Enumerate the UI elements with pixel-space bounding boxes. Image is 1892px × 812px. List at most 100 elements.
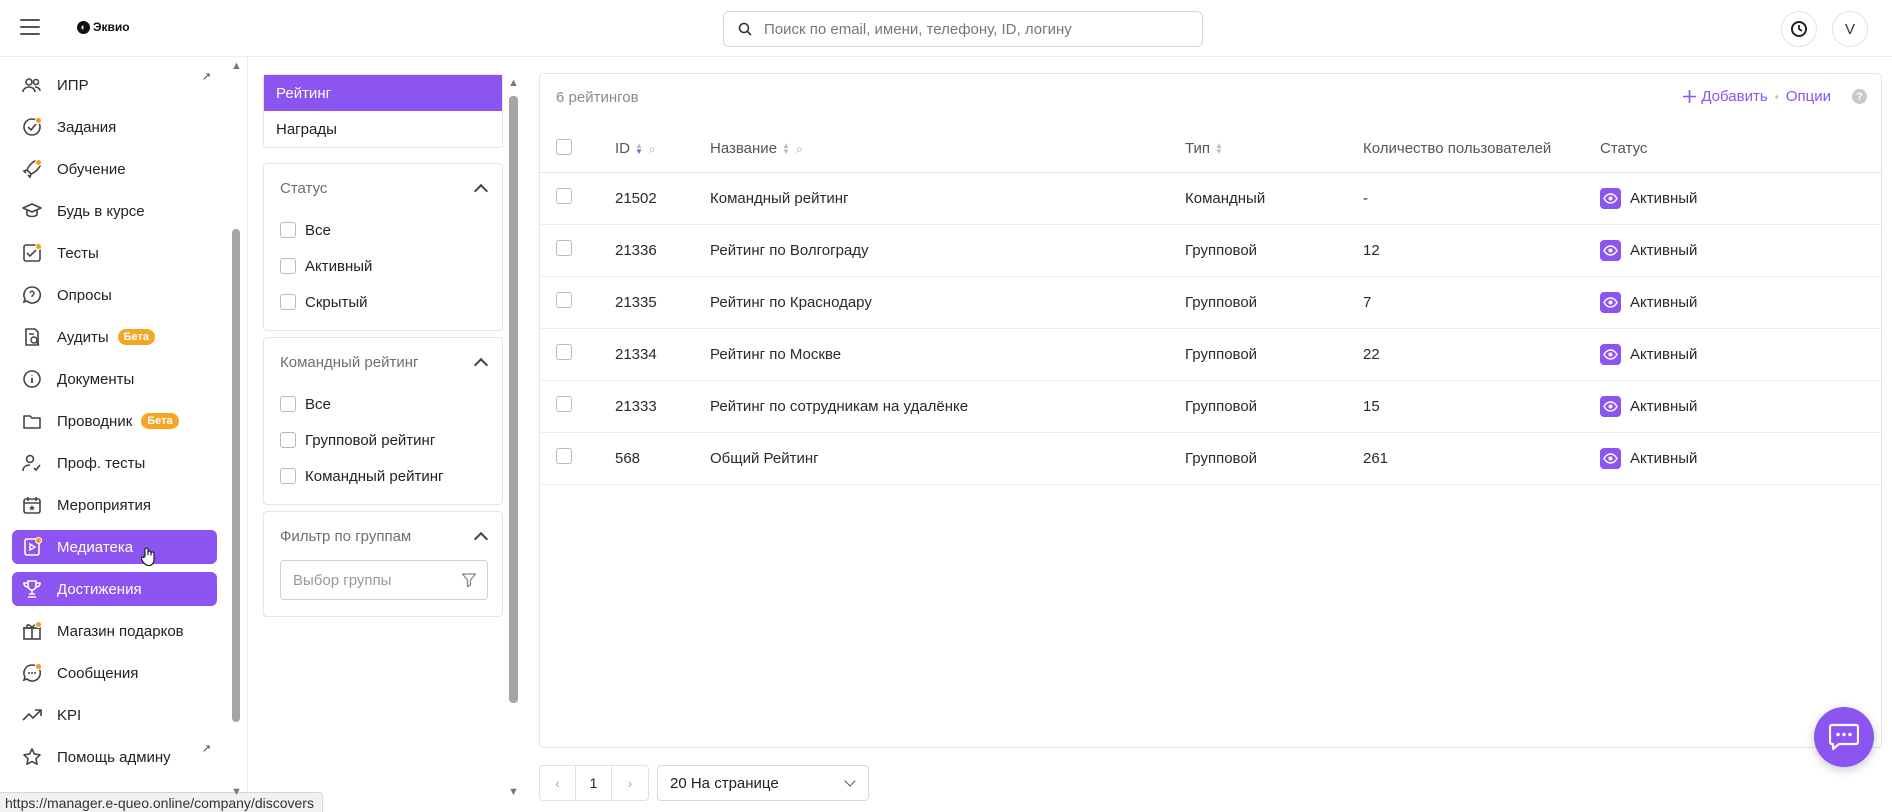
filter-panel-scrollbar[interactable] [509, 96, 518, 703]
sidebar-item[interactable]: Опросы [12, 278, 217, 312]
checkbox[interactable] [280, 294, 296, 310]
eye-icon[interactable] [1600, 291, 1621, 313]
checkbox[interactable] [280, 258, 296, 274]
avatar[interactable]: V [1832, 11, 1868, 47]
sidebar-item[interactable]: ИПР ↗ [12, 68, 217, 102]
sidebar-item[interactable]: Проф. тесты [12, 446, 217, 480]
search-box[interactable] [723, 11, 1203, 47]
table-row[interactable]: 21334 Рейтинг по Москве Групповой 22 Активны… [540, 328, 1881, 381]
select-all-checkbox[interactable] [556, 138, 572, 155]
row-checkbox[interactable] [556, 240, 572, 256]
sort-icon[interactable]: ▲ ▼ [1215, 142, 1223, 156]
sidebar-item-label: Будь в курсе [57, 202, 145, 220]
chevron-up-icon[interactable] [473, 531, 489, 546]
checkbox[interactable] [280, 432, 296, 448]
filter-option[interactable]: Скрытый [280, 284, 486, 320]
sort-icon[interactable]: ▲ ▼ [782, 142, 790, 156]
sidebar-item[interactable]: Документы [12, 362, 217, 396]
filter-option[interactable]: Командный рейтинг [280, 458, 486, 494]
next-page-button[interactable]: › [612, 766, 648, 800]
row-checkbox[interactable] [556, 188, 572, 204]
filter-scroll-up-icon[interactable]: ▲ [508, 77, 519, 89]
eye-icon[interactable] [1600, 447, 1621, 469]
sidebar-item[interactable]: Обучение [12, 152, 217, 186]
status-filter-header[interactable]: Статус [280, 164, 489, 212]
cell-name[interactable]: Общий Рейтинг [710, 432, 1185, 485]
sidebar-item[interactable]: Будь в курсе [12, 194, 217, 228]
logo[interactable]: ◐ Эквио [77, 20, 130, 34]
sidebar-item[interactable]: Тесты [12, 236, 217, 270]
sort-icon[interactable]: ▲ ▼ [635, 142, 643, 156]
filter-option[interactable]: Активный [280, 248, 486, 284]
add-button[interactable]: Добавить [1683, 88, 1768, 105]
column-name[interactable]: Название ▲ ▼ ⌕ [710, 126, 1185, 173]
eye-icon[interactable] [1600, 343, 1621, 365]
chevron-up-icon[interactable] [473, 183, 489, 198]
cell-name[interactable]: Командный рейтинг [710, 172, 1185, 225]
sidebar-item[interactable]: Медиатека [12, 530, 217, 564]
eye-icon[interactable] [1600, 187, 1621, 209]
sidebar-item[interactable]: Помощь админу ↗ [12, 740, 217, 774]
help-icon[interactable]: ? [1852, 89, 1867, 104]
group-select-input[interactable] [293, 571, 453, 589]
options-button[interactable]: Опции [1786, 88, 1831, 105]
sidebar-item[interactable]: Проводник Бета [12, 404, 217, 438]
history-button[interactable] [1781, 11, 1817, 47]
prev-page-button[interactable]: ‹ [540, 766, 576, 800]
scroll-up-arrow-icon[interactable]: ▲ [231, 60, 242, 72]
sidebar-item[interactable]: Мероприятия [12, 488, 217, 522]
cell-name[interactable]: Рейтинг по Краснодару [710, 276, 1185, 329]
chevron-up-icon[interactable] [473, 357, 489, 372]
column-type[interactable]: Тип ▲ ▼ [1185, 126, 1363, 173]
filter-option[interactable]: Групповой рейтинг [280, 422, 486, 458]
filter-option[interactable]: Все [280, 212, 486, 248]
table-row[interactable]: 21336 Рейтинг по Волгограду Групповой 12 Акт… [540, 224, 1881, 277]
sidebar-item[interactable]: KPI [12, 698, 217, 732]
sidebar-scrollbar[interactable] [232, 229, 240, 722]
beta-badge: Бета [141, 413, 179, 429]
search-input[interactable] [764, 20, 1184, 38]
column-header-label: Статус [1600, 140, 1648, 158]
row-checkbox[interactable] [556, 448, 572, 464]
group-filter-header[interactable]: Фильтр по группам [280, 512, 489, 560]
tab-rating[interactable]: Рейтинг [264, 75, 502, 111]
sidebar-item[interactable]: Сообщения [12, 656, 217, 690]
per-page-select[interactable]: 20 На странице [657, 765, 869, 801]
scroll-down-arrow-icon[interactable]: ▼ [231, 786, 242, 798]
column-header-label: Количество пользователей [1363, 140, 1552, 158]
group-select[interactable] [280, 560, 488, 600]
group-filter: Фильтр по группам [263, 511, 503, 617]
chat-button[interactable] [1814, 707, 1874, 767]
checkbox[interactable] [280, 222, 296, 238]
table-row[interactable]: 21335 Рейтинг по Краснодару Групповой 7 Акти… [540, 276, 1881, 329]
table-row[interactable]: 21333 Рейтинг по сотрудникам на удалёнке Г… [540, 380, 1881, 433]
table-row[interactable]: 21502 Командный рейтинг Командный - Активный [540, 172, 1881, 225]
sidebar-item[interactable]: Аудиты Бета [12, 320, 217, 354]
row-checkbox[interactable] [556, 292, 572, 308]
column-id[interactable]: ID ▲ ▼ ⌕ [615, 126, 710, 173]
sidebar-item[interactable]: Достижения [12, 572, 217, 606]
checkbox[interactable] [280, 468, 296, 484]
row-checkbox[interactable] [556, 344, 572, 360]
filter-icon[interactable] [461, 572, 477, 588]
checkbox[interactable] [280, 396, 296, 412]
cell-name[interactable]: Рейтинг по Волгограду [710, 224, 1185, 277]
column-search-icon[interactable]: ⌕ [796, 142, 803, 157]
page-number[interactable]: 1 [576, 766, 612, 800]
column-search-icon[interactable]: ⌕ [649, 142, 656, 157]
cell-name[interactable]: Рейтинг по сотрудникам на удалёнке [710, 380, 1185, 433]
team-filter-header[interactable]: Командный рейтинг [280, 338, 489, 386]
menu-icon[interactable] [20, 19, 40, 35]
sidebar-item[interactable]: Магазин подарков [12, 614, 217, 648]
table-row[interactable]: 568 Общий Рейтинг Групповой 261 Активный [540, 432, 1881, 485]
cell-name[interactable]: Рейтинг по Москве [710, 328, 1185, 381]
calendar-icon [20, 493, 44, 517]
tab-awards[interactable]: Награды [264, 111, 502, 147]
eye-icon[interactable] [1600, 395, 1621, 417]
beta-badge: Бета [117, 329, 156, 345]
eye-icon[interactable] [1600, 239, 1621, 261]
row-checkbox[interactable] [556, 396, 572, 412]
filter-option[interactable]: Все [280, 386, 486, 422]
sidebar-item[interactable]: Задания [12, 110, 217, 144]
filter-scroll-down-icon[interactable]: ▼ [508, 786, 519, 798]
